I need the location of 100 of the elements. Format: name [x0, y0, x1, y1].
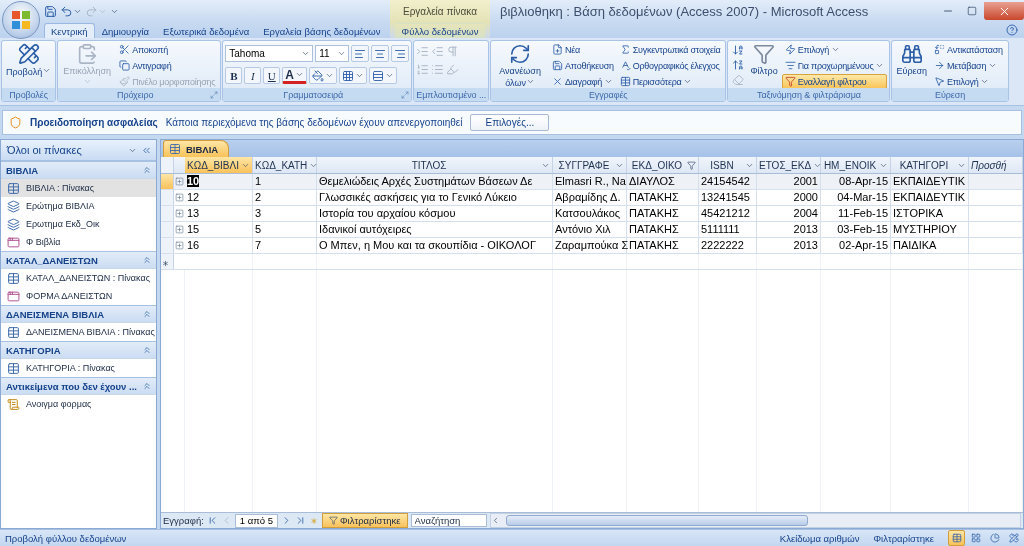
table-cell: ΔΙΑΥΛΟΣ — [627, 174, 699, 189]
table-cell: ΠΑΤΑΚΗΣ — [627, 190, 699, 205]
horizontal-scrollbar[interactable] — [489, 513, 1021, 528]
search-field[interactable]: Αναζήτηση — [410, 514, 487, 527]
nav-section-header[interactable]: Αντικείμενα που δεν έχουν ... — [1, 377, 156, 395]
table-icon — [7, 361, 20, 375]
new-record-button[interactable]: Νέα — [549, 42, 617, 57]
row-selector[interactable] — [161, 238, 174, 253]
table-cell: Elmasri R., Na — [553, 174, 627, 189]
collapse-icon — [142, 255, 152, 265]
table-cell: ΜΥΣΤΗΡΙΟΥ — [891, 222, 969, 237]
gridlines-button[interactable] — [338, 67, 367, 84]
find-button[interactable]: Εύρεση — [894, 42, 930, 78]
format-button[interactable]: B — [225, 67, 243, 84]
fill-color-button[interactable] — [308, 67, 337, 84]
table-cell: ΙΣΤΟΡΙΚΑ — [891, 206, 969, 221]
more-button[interactable]: Περισσότερα — [616, 74, 724, 89]
filter-button[interactable]: Φίλτρο — [748, 42, 780, 78]
pencil-ruler-icon — [1008, 533, 1019, 543]
align-left-icon — [354, 47, 367, 60]
table-cell: ΕΚΠΑΙΔΕΥΤΙΚ — [891, 174, 969, 189]
table-cell: Αντόνιο Χιλ — [553, 222, 627, 237]
ribbon-tab[interactable]: Δημιουργία — [94, 23, 157, 38]
table-cell: 15 — [185, 222, 253, 237]
align-right-button[interactable] — [391, 45, 410, 62]
totals-button[interactable]: Συγκεντρωτικά στοιχεία — [616, 42, 724, 57]
column-header[interactable]: ΚΑΤΗΓΟΡΙ — [891, 157, 969, 173]
group-label: Ταξινόμηση & φιλτράρισμα — [755, 89, 862, 100]
restore-icon — [967, 6, 977, 16]
ribbon-tab[interactable]: Εξωτερικά δεδομένα — [156, 23, 257, 38]
column-header[interactable]: Προσθή — [969, 157, 1023, 173]
go-to-button[interactable]: Μετάβαση — [931, 58, 1006, 73]
table-cell: 3 — [253, 206, 317, 221]
column-header[interactable]: ΚΩΔ_ΒΙΒΛΙ — [185, 157, 253, 173]
refresh-all-button[interactable]: Ανανέωση όλων — [493, 42, 548, 90]
view-switch-button[interactable] — [948, 530, 965, 546]
nav-section-header[interactable]: ΒΙΒΛΙΑ — [1, 161, 156, 179]
table-cell: 45421212 — [699, 206, 757, 221]
column-header[interactable]: ΕΤΟΣ_ΕΚΔ — [757, 157, 821, 173]
copy-icon — [119, 60, 131, 71]
column-header[interactable]: ΕΚΔ_ΟΙΚΟ — [627, 157, 699, 173]
table-cell: Ο Μπεν, η Μου και τα σκουπίδια - ΟΙΚΟΛΟΓ — [317, 238, 553, 253]
cut-button[interactable]: Αποκοπή — [116, 42, 219, 57]
selection-filter-button[interactable]: Επιλογή — [781, 42, 888, 57]
expand-icon — [175, 241, 184, 250]
collapse-icon — [142, 309, 152, 319]
table-cell: 03-Feb-15 — [821, 222, 891, 237]
indent-icon — [416, 45, 430, 58]
record-position-field[interactable]: 1 από 5 — [234, 513, 278, 528]
copy-button[interactable]: Αντιγραφή — [116, 58, 219, 73]
select-button[interactable]: Επιλογή — [931, 74, 1006, 89]
replace-button[interactable]: Αντικατάσταση — [931, 42, 1006, 57]
dialog-launcher-icon — [401, 90, 410, 99]
align-left-button[interactable] — [351, 45, 370, 62]
ribbon-tab[interactable]: Φύλλο δεδομένων — [394, 23, 486, 38]
list-filter-icon — [784, 60, 796, 71]
nav-section-header[interactable]: ΚΑΤΑΛ_ΔΑΝΕΙΣΤΩΝ — [1, 251, 156, 269]
row-selector[interactable] — [161, 222, 174, 237]
font-color-button[interactable]: A — [282, 67, 307, 84]
format-button[interactable]: U — [263, 67, 281, 84]
row-color-button[interactable] — [368, 67, 397, 84]
four-squares-icon — [11, 10, 31, 30]
highlighter-icon — [446, 63, 460, 76]
ribbon-tab[interactable]: Εργαλεία βάσης δεδομένων — [256, 23, 388, 38]
save-record-button[interactable]: Αποθήκευση — [549, 58, 617, 73]
options-button[interactable]: Επιλογές... — [470, 114, 550, 131]
spelling-button[interactable]: Ορθογραφικός έλεγχος — [616, 58, 724, 73]
nav-item[interactable]: ΒΙΒΛΙΑ : Πίνακας — [1, 179, 156, 197]
bullet-list-icon — [431, 63, 445, 76]
view-button[interactable]: Προβολή — [4, 42, 54, 79]
window-icon — [7, 235, 20, 249]
close-button[interactable] — [984, 2, 1024, 20]
nav-section-header[interactable]: ΚΑΤΗΓΟΡΙΑ — [1, 341, 156, 359]
column-header[interactable]: ΗΜ_ΕΝΟΙΚ — [821, 157, 891, 173]
table-cell: 13241545 — [699, 190, 757, 205]
row-selector[interactable] — [161, 190, 174, 205]
table-cell: 2000 — [757, 190, 821, 205]
ribbon-tab[interactable]: Κεντρική — [44, 23, 95, 38]
clipboard-icon — [76, 43, 99, 65]
align-center-icon — [374, 47, 387, 60]
advanced-filter-button[interactable]: Για προχωρημένους — [781, 58, 888, 73]
shield-icon — [9, 116, 22, 129]
column-header[interactable]: ΚΩΔ_ΚΑΤΗ — [253, 157, 317, 173]
select-all-corner[interactable] — [161, 157, 174, 173]
column-header[interactable]: ΣΥΓΓΡΑΦΕ — [553, 157, 627, 173]
funnel-icon — [753, 43, 776, 65]
document-tab[interactable]: ΒΙΒΛΙΑ — [163, 140, 230, 157]
column-header[interactable]: ΤΙΤΛΟΣ — [317, 157, 553, 173]
table-cell: Ζαραμπούκα Σ — [553, 238, 627, 253]
row-selector[interactable] — [161, 206, 174, 221]
layers-icon — [7, 199, 20, 213]
filter-status-button[interactable]: Φιλτραρίστηκε — [322, 513, 408, 528]
format-button[interactable]: I — [244, 67, 262, 84]
delete-button[interactable]: Διαγραφή — [549, 74, 617, 89]
column-header[interactable]: ISBN — [699, 157, 757, 173]
font-name-field[interactable]: Tahoma — [225, 45, 314, 62]
align-center-button[interactable] — [371, 45, 390, 62]
font-size-field[interactable]: 11 — [315, 45, 350, 62]
table-cell: Θεμελιώδεις Αρχές Συστημάτων Βάσεων Δε — [317, 174, 553, 189]
nav-section-header[interactable]: ΔΑΝΕΙΣΜΕΝΑ ΒΙΒΛΙΑ — [1, 305, 156, 323]
